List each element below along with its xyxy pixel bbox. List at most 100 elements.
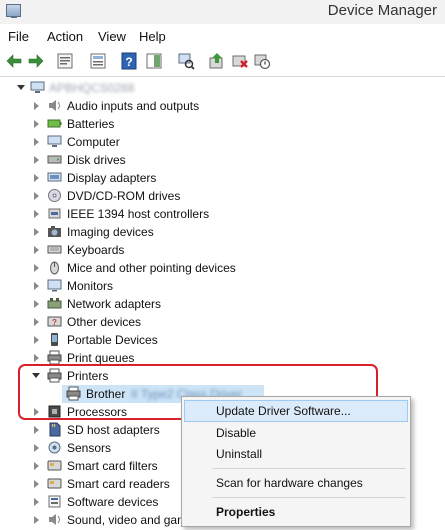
menu-file[interactable]: File (8, 29, 29, 44)
tree-category-label: Network adapters (67, 297, 162, 311)
tree-category-audio-inputs-and-outputs[interactable]: Audio inputs and outputs (0, 97, 445, 115)
tree-category-ieee-1394-host-controllers[interactable]: IEEE 1394 host controllers (0, 205, 445, 223)
expand-arrow-icon[interactable] (34, 354, 39, 362)
unknown-device-icon: ? (47, 314, 62, 329)
menu-help[interactable]: Help (139, 29, 166, 44)
expand-arrow-icon[interactable] (34, 120, 39, 128)
tree-category-dvd-cd-rom-drives[interactable]: DVD/CD-ROM drives (0, 187, 445, 205)
menu-update-driver-software[interactable]: Update Driver Software... (184, 400, 408, 422)
expand-arrow-icon[interactable] (34, 174, 39, 182)
menu-view[interactable]: View (98, 29, 126, 44)
smart-card-icon (47, 458, 62, 473)
computer-icon (30, 80, 45, 95)
menu-action[interactable]: Action (47, 29, 83, 44)
tree-category-label: Other devices (67, 315, 142, 329)
tree-category-mice-and-other-pointing-devices[interactable]: Mice and other pointing devices (0, 259, 445, 277)
uninstall-device-icon[interactable] (231, 52, 249, 70)
action-pane-icon[interactable] (145, 52, 163, 70)
device-manager-icon (6, 4, 21, 18)
expand-arrow-icon[interactable] (34, 300, 39, 308)
expand-arrow-icon[interactable] (34, 264, 39, 272)
ieee1394-icon (47, 206, 62, 221)
tree-category-label: IEEE 1394 host controllers (67, 207, 210, 221)
expand-arrow-icon[interactable] (34, 498, 39, 506)
keyboard-icon (47, 242, 62, 257)
tree-category-label: Monitors (67, 279, 114, 293)
expand-arrow-icon[interactable] (34, 426, 39, 434)
expand-arrow-icon[interactable] (34, 156, 39, 164)
computer-name: APBHQCS0288 (49, 81, 135, 95)
expand-arrow-icon[interactable] (34, 480, 39, 488)
display-adapter-icon (47, 170, 62, 185)
print-queue-icon (47, 350, 62, 365)
tree-category-keyboards[interactable]: Keyboards (0, 241, 445, 259)
device-label: Brother (86, 387, 126, 401)
tree-category-other-devices[interactable]: ? Other devices (0, 313, 445, 331)
menu-separator (212, 468, 406, 469)
tree-category-monitors[interactable]: Monitors (0, 277, 445, 295)
expand-arrow-icon[interactable] (34, 138, 39, 146)
sensor-icon (47, 440, 62, 455)
printer-icon (47, 368, 62, 383)
tree-category-display-adapters[interactable]: Display adapters (0, 169, 445, 187)
tree-category-print-queues[interactable]: Print queues (0, 349, 445, 367)
sound-icon (47, 512, 62, 527)
tree-category-printers[interactable]: Printers (0, 367, 445, 385)
tree-category-label: Printers (67, 369, 109, 383)
tree-category-portable-devices[interactable]: Portable Devices (0, 331, 445, 349)
back-arrow-icon[interactable] (6, 52, 24, 70)
tree-category-label: Portable Devices (67, 333, 158, 347)
expand-arrow-icon[interactable] (34, 228, 39, 236)
expand-arrow-icon[interactable] (34, 282, 39, 290)
expand-arrow-icon[interactable] (34, 210, 39, 218)
context-menu: Update Driver Software... Disable Uninst… (181, 396, 411, 527)
battery-icon (47, 116, 62, 131)
collapse-arrow-icon[interactable] (17, 85, 25, 90)
expand-arrow-icon[interactable] (34, 516, 39, 524)
expand-arrow-icon[interactable] (34, 336, 39, 344)
menu-uninstall[interactable]: Uninstall (184, 443, 408, 465)
help-icon[interactable]: ? (120, 52, 138, 70)
tree-category-label: Batteries (67, 117, 115, 131)
disable-device-icon[interactable] (253, 52, 271, 70)
tree-category-label: Disk drives (67, 153, 126, 167)
expand-arrow-icon[interactable] (34, 246, 39, 254)
expand-arrow-icon[interactable] (34, 408, 39, 416)
portable-device-icon (47, 332, 62, 347)
processor-icon (47, 404, 62, 419)
expand-arrow-icon[interactable] (34, 444, 39, 452)
list-view-icon[interactable] (89, 52, 107, 70)
window-title: Device Manager (327, 2, 437, 19)
tree-category-network-adapters[interactable]: Network adapters (0, 295, 445, 313)
tree-category-label: Smart card filters (67, 459, 158, 473)
expand-arrow-icon[interactable] (34, 102, 39, 110)
tree-category-batteries[interactable]: Batteries (0, 115, 445, 133)
update-driver-icon[interactable] (208, 52, 226, 70)
menu-disable[interactable]: Disable (184, 422, 408, 444)
smart-card-reader-icon (47, 476, 62, 491)
tree-category-label: Print queues (67, 351, 135, 365)
expand-arrow-icon[interactable] (34, 462, 39, 470)
software-device-icon (47, 494, 62, 509)
forward-arrow-icon[interactable] (26, 52, 44, 70)
camera-icon (47, 224, 62, 239)
mouse-icon (47, 260, 62, 275)
sd-card-icon (47, 422, 62, 437)
expand-arrow-icon[interactable] (34, 192, 39, 200)
properties-sheet-icon[interactable] (56, 52, 74, 70)
tree-category-disk-drives[interactable]: Disk drives (0, 151, 445, 169)
tree-root[interactable]: APBHQCS0288 (0, 79, 445, 97)
tree-category-computer[interactable]: Computer (0, 133, 445, 151)
expand-arrow-icon[interactable] (34, 318, 39, 326)
menu-properties[interactable]: Properties (184, 501, 408, 523)
tree-category-label: Display adapters (67, 171, 157, 185)
printer-icon (66, 386, 81, 401)
tree-category-imaging-devices[interactable]: Imaging devices (0, 223, 445, 241)
menu-scan-hardware-changes[interactable]: Scan for hardware changes (184, 472, 408, 494)
collapse-arrow-icon[interactable] (32, 373, 40, 378)
dvd-drive-icon (47, 188, 62, 203)
computer-icon (47, 134, 62, 149)
menu-bar: File Action View Help (0, 24, 445, 46)
tree-category-label: Mice and other pointing devices (67, 261, 236, 275)
scan-hardware-icon[interactable] (177, 52, 195, 70)
